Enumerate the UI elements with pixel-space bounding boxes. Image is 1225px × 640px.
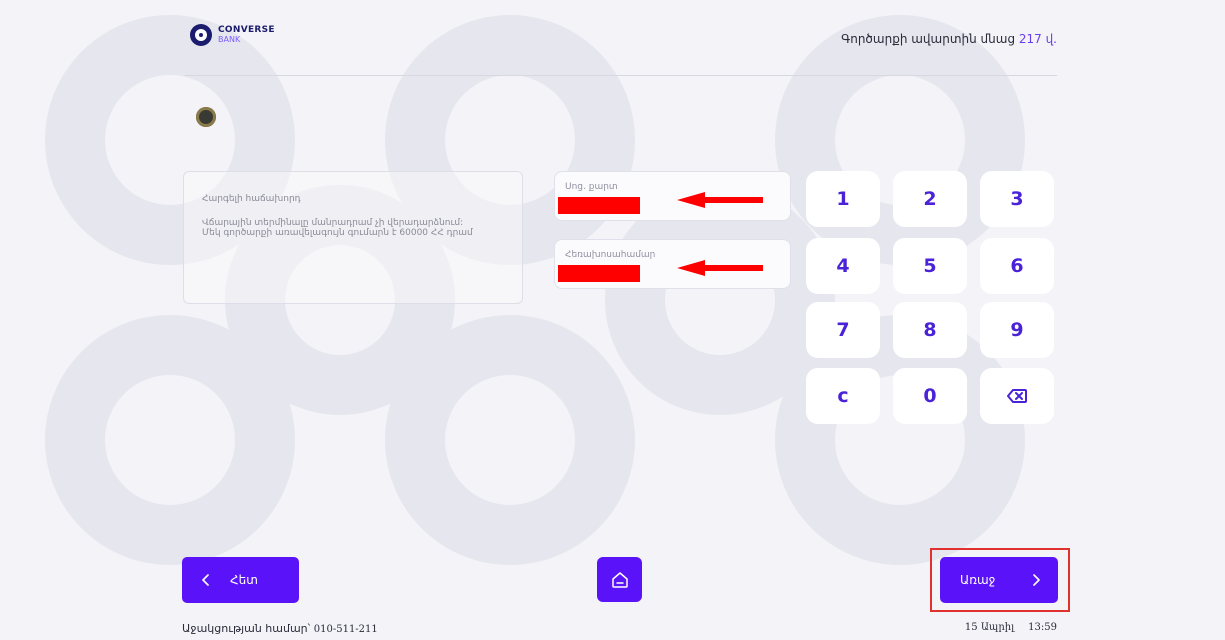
keypad-key-clear[interactable]: c bbox=[806, 368, 880, 424]
current-date: 15 Ապրիլ bbox=[964, 622, 1015, 633]
keypad-key-5[interactable]: 5 bbox=[893, 238, 967, 294]
keypad-key-backspace[interactable] bbox=[980, 368, 1054, 424]
home-button[interactable] bbox=[597, 557, 642, 602]
info-title: Հարգելի հաճախորդ bbox=[202, 194, 301, 204]
keypad-key-2[interactable]: 2 bbox=[893, 171, 967, 227]
card-number-field[interactable]: Սոց. քարտ bbox=[554, 171, 791, 221]
keypad-key-7[interactable]: 7 bbox=[806, 302, 880, 358]
keypad-key-0[interactable]: 0 bbox=[893, 368, 967, 424]
info-line-change: Վճարային տերմինալը մանրադրամ չի վերադարձ… bbox=[202, 218, 464, 228]
backspace-icon bbox=[1007, 389, 1027, 403]
next-button[interactable]: Առաջ bbox=[940, 557, 1058, 603]
next-button-label: Առաջ bbox=[960, 573, 996, 587]
timer-prefix: Գործարքի ավարտին մնաց bbox=[841, 32, 1019, 46]
keypad-key-3[interactable]: 3 bbox=[980, 171, 1054, 227]
keypad-key-6[interactable]: 6 bbox=[980, 238, 1054, 294]
current-time: 13:59 bbox=[1028, 622, 1057, 633]
logo-text-secondary: BANK bbox=[218, 35, 241, 44]
support-info: Աջակցության համար՝ 010-511-211 bbox=[182, 622, 378, 635]
card-number-label: Սոց. քարտ bbox=[565, 182, 618, 192]
logo-icon bbox=[190, 24, 212, 46]
phone-number-redaction bbox=[558, 265, 640, 282]
support-label: Աջակցության համար՝ bbox=[182, 622, 311, 635]
chevron-right-icon bbox=[1033, 574, 1040, 586]
header-divider bbox=[185, 75, 1057, 76]
session-timer: Գործարքի ավարտին մնաց 217 վ. bbox=[841, 32, 1057, 46]
logo-text-primary: CONVERSE bbox=[218, 25, 275, 35]
back-button[interactable]: Հետ bbox=[182, 557, 299, 603]
phone-number-field[interactable]: Հեռախոսահամար bbox=[554, 239, 791, 289]
info-line-limit: Մեկ գործարքի առավելագույն գումարն է 6000… bbox=[202, 228, 473, 238]
phone-number-label: Հեռախոսահամար bbox=[565, 250, 656, 260]
bank-logo: CONVERSE BANK bbox=[190, 24, 275, 46]
keypad-key-8[interactable]: 8 bbox=[893, 302, 967, 358]
chevron-left-icon bbox=[202, 574, 209, 586]
timer-suffix: վ. bbox=[1041, 32, 1057, 46]
timer-seconds: 217 bbox=[1018, 32, 1042, 46]
home-icon bbox=[611, 571, 628, 588]
back-button-label: Հետ bbox=[230, 573, 258, 587]
keypad-key-1[interactable]: 1 bbox=[806, 171, 880, 227]
date-time: 15 Ապրիլ 13:59 bbox=[965, 622, 1057, 633]
provider-emblem-icon bbox=[196, 107, 216, 127]
annotation-arrow-icon bbox=[677, 260, 763, 276]
card-number-redaction bbox=[558, 197, 640, 214]
annotation-arrow-icon bbox=[677, 192, 763, 208]
keypad-key-9[interactable]: 9 bbox=[980, 302, 1054, 358]
keypad-key-4[interactable]: 4 bbox=[806, 238, 880, 294]
support-phone: 010-511-211 bbox=[313, 624, 378, 635]
info-panel: Հարգելի հաճախորդ Վճարային տերմինալը մանր… bbox=[183, 171, 523, 304]
